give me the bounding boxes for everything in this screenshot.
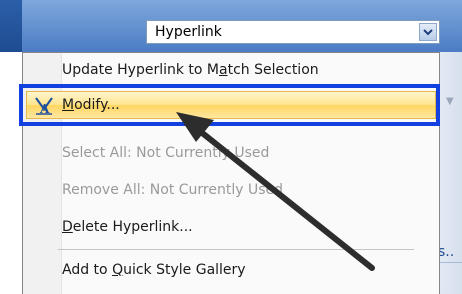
combo-dropdown-button[interactable] (419, 23, 437, 41)
chevron-down-icon: ▼ (446, 96, 454, 107)
menu-item-label: tch Selection (227, 62, 319, 78)
style-combo-box[interactable]: Hyperlink (146, 20, 440, 44)
menu-item-accelerator: Q (112, 262, 124, 278)
style-combo-value[interactable]: Hyperlink (155, 24, 222, 40)
menu-item-label: Update Hyperlink to M (62, 62, 220, 78)
menu-item-accelerator: D (62, 219, 73, 235)
annotation-highlight-box (19, 84, 440, 126)
menu-item-label: Remove All: Not Currently Used (62, 182, 284, 198)
menu-item-add-to-quick-style-gallery[interactable]: Add to Quick Style Gallery (62, 262, 246, 278)
screenshot-stage: ▼ s.. Hyperlink Update Hyperlink to Matc… (0, 0, 462, 294)
menu-item-accelerator: a (219, 62, 228, 78)
menu-item-label: Select All: Not Currently Used (62, 145, 270, 161)
truncated-text: s.. (438, 244, 455, 260)
menu-item-remove-all: Remove All: Not Currently Used (62, 182, 283, 198)
menu-item-select-all: Select All: Not Currently Used (62, 145, 269, 161)
menu-item-delete-hyperlink[interactable]: Delete Hyperlink... (62, 219, 193, 235)
menu-item-label: elete Hyperlink... (72, 219, 193, 235)
menu-item-update-hyperlink[interactable]: Update Hyperlink to Match Selection (62, 62, 319, 78)
menu-item-label: uick Style Gallery (123, 262, 246, 278)
menu-separator (58, 249, 414, 250)
chevron-down-icon (423, 29, 433, 36)
menu-item-label: Add to (62, 262, 113, 278)
